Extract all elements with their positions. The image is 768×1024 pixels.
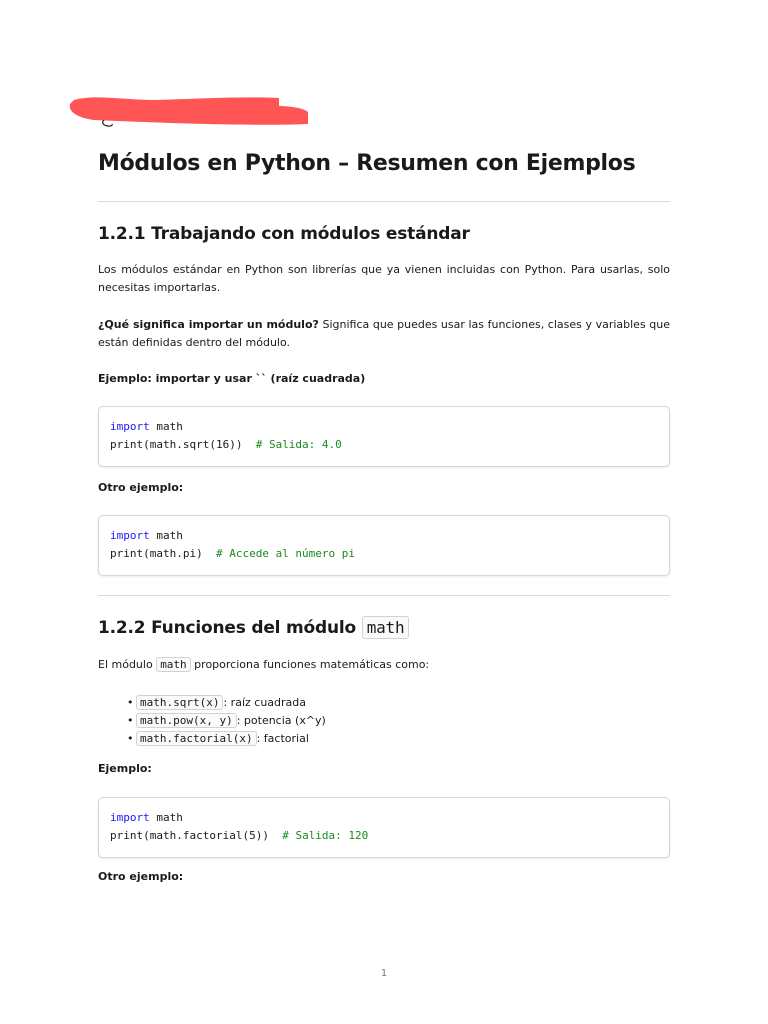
code-keyword: import [110,420,150,433]
code-text: math [149,811,183,824]
code-block: import math print(math.pi) # Accede al n… [98,515,670,576]
function-list: math.sqrt(x): raíz cuadrada math.pow(x, … [127,694,668,748]
code-line: print(math.factorial(5)) # Salida: 120 [110,827,658,845]
intro-text: El módulo [98,658,157,671]
list-item: math.pow(x, y): potencia (x^y) [127,712,668,730]
intro-paragraph: Los módulos estándar en Python son libre… [98,263,670,294]
code-keyword: import [110,529,150,542]
code-keyword: import [110,811,150,824]
divider [98,201,670,202]
list-item-text: : potencia (x^y) [236,714,326,727]
code-comment: # Salida: 120 [268,829,369,842]
divider [98,595,670,596]
page-number: 1 [380,968,388,979]
document-title: Módulos en Python – Resumen con Ejemplos [98,151,636,176]
inline-code: math.pow(x, y) [136,713,237,728]
code-text: print(math.factorial(5)) [110,829,269,842]
example-label: Ejemplo: [98,762,152,775]
code-text: math [149,420,183,433]
code-block: import math print(math.factorial(5)) # S… [98,797,670,858]
list-item: math.factorial(x): factorial [127,730,668,748]
inline-code: math.factorial(x) [136,731,257,746]
inline-code: math [156,657,191,672]
redaction-mark [69,97,308,127]
code-line: print(math.sqrt(16)) # Salida: 4.0 [110,436,658,454]
code-comment: # Accede al número pi [202,547,356,560]
example-label: Ejemplo: importar y usar `` (raíz cuadra… [98,372,366,385]
code-line: import math [110,809,658,827]
inline-code: math [361,616,410,639]
code-line: import math [110,527,658,545]
list-item-text: : raíz cuadrada [223,696,307,709]
inline-code: math.sqrt(x) [136,695,224,710]
code-block: import math print(math.sqrt(16)) # Salid… [98,406,670,467]
section-heading-text: 1.2.2 Funciones del módulo [98,618,362,638]
list-item-text: : factorial [256,732,309,745]
section-heading: 1.2.2 Funciones del módulo math [98,615,670,641]
section-heading: 1.2.1 Trabajando con módulos estándar [98,224,470,244]
question-bold: ¿Qué significa importar un módulo? [98,318,319,331]
code-line: print(math.pi) # Accede al número pi [110,545,658,563]
code-comment: # Salida: 4.0 [242,438,342,451]
intro-text: proporciona funciones matemáticas como: [190,658,430,671]
code-text: math [149,529,183,542]
intro-paragraph: El módulo math proporciona funciones mat… [98,656,670,674]
code-text: print(math.pi) [110,547,203,560]
question-paragraph: ¿Qué significa importar un módulo? Signi… [98,316,670,352]
list-item: math.sqrt(x): raíz cuadrada [127,694,668,712]
example-label: Otro ejemplo: [98,870,184,883]
code-text: print(math.sqrt(16)) [110,438,243,451]
example-label: Otro ejemplo: [98,481,184,494]
code-line: import math [110,418,658,436]
